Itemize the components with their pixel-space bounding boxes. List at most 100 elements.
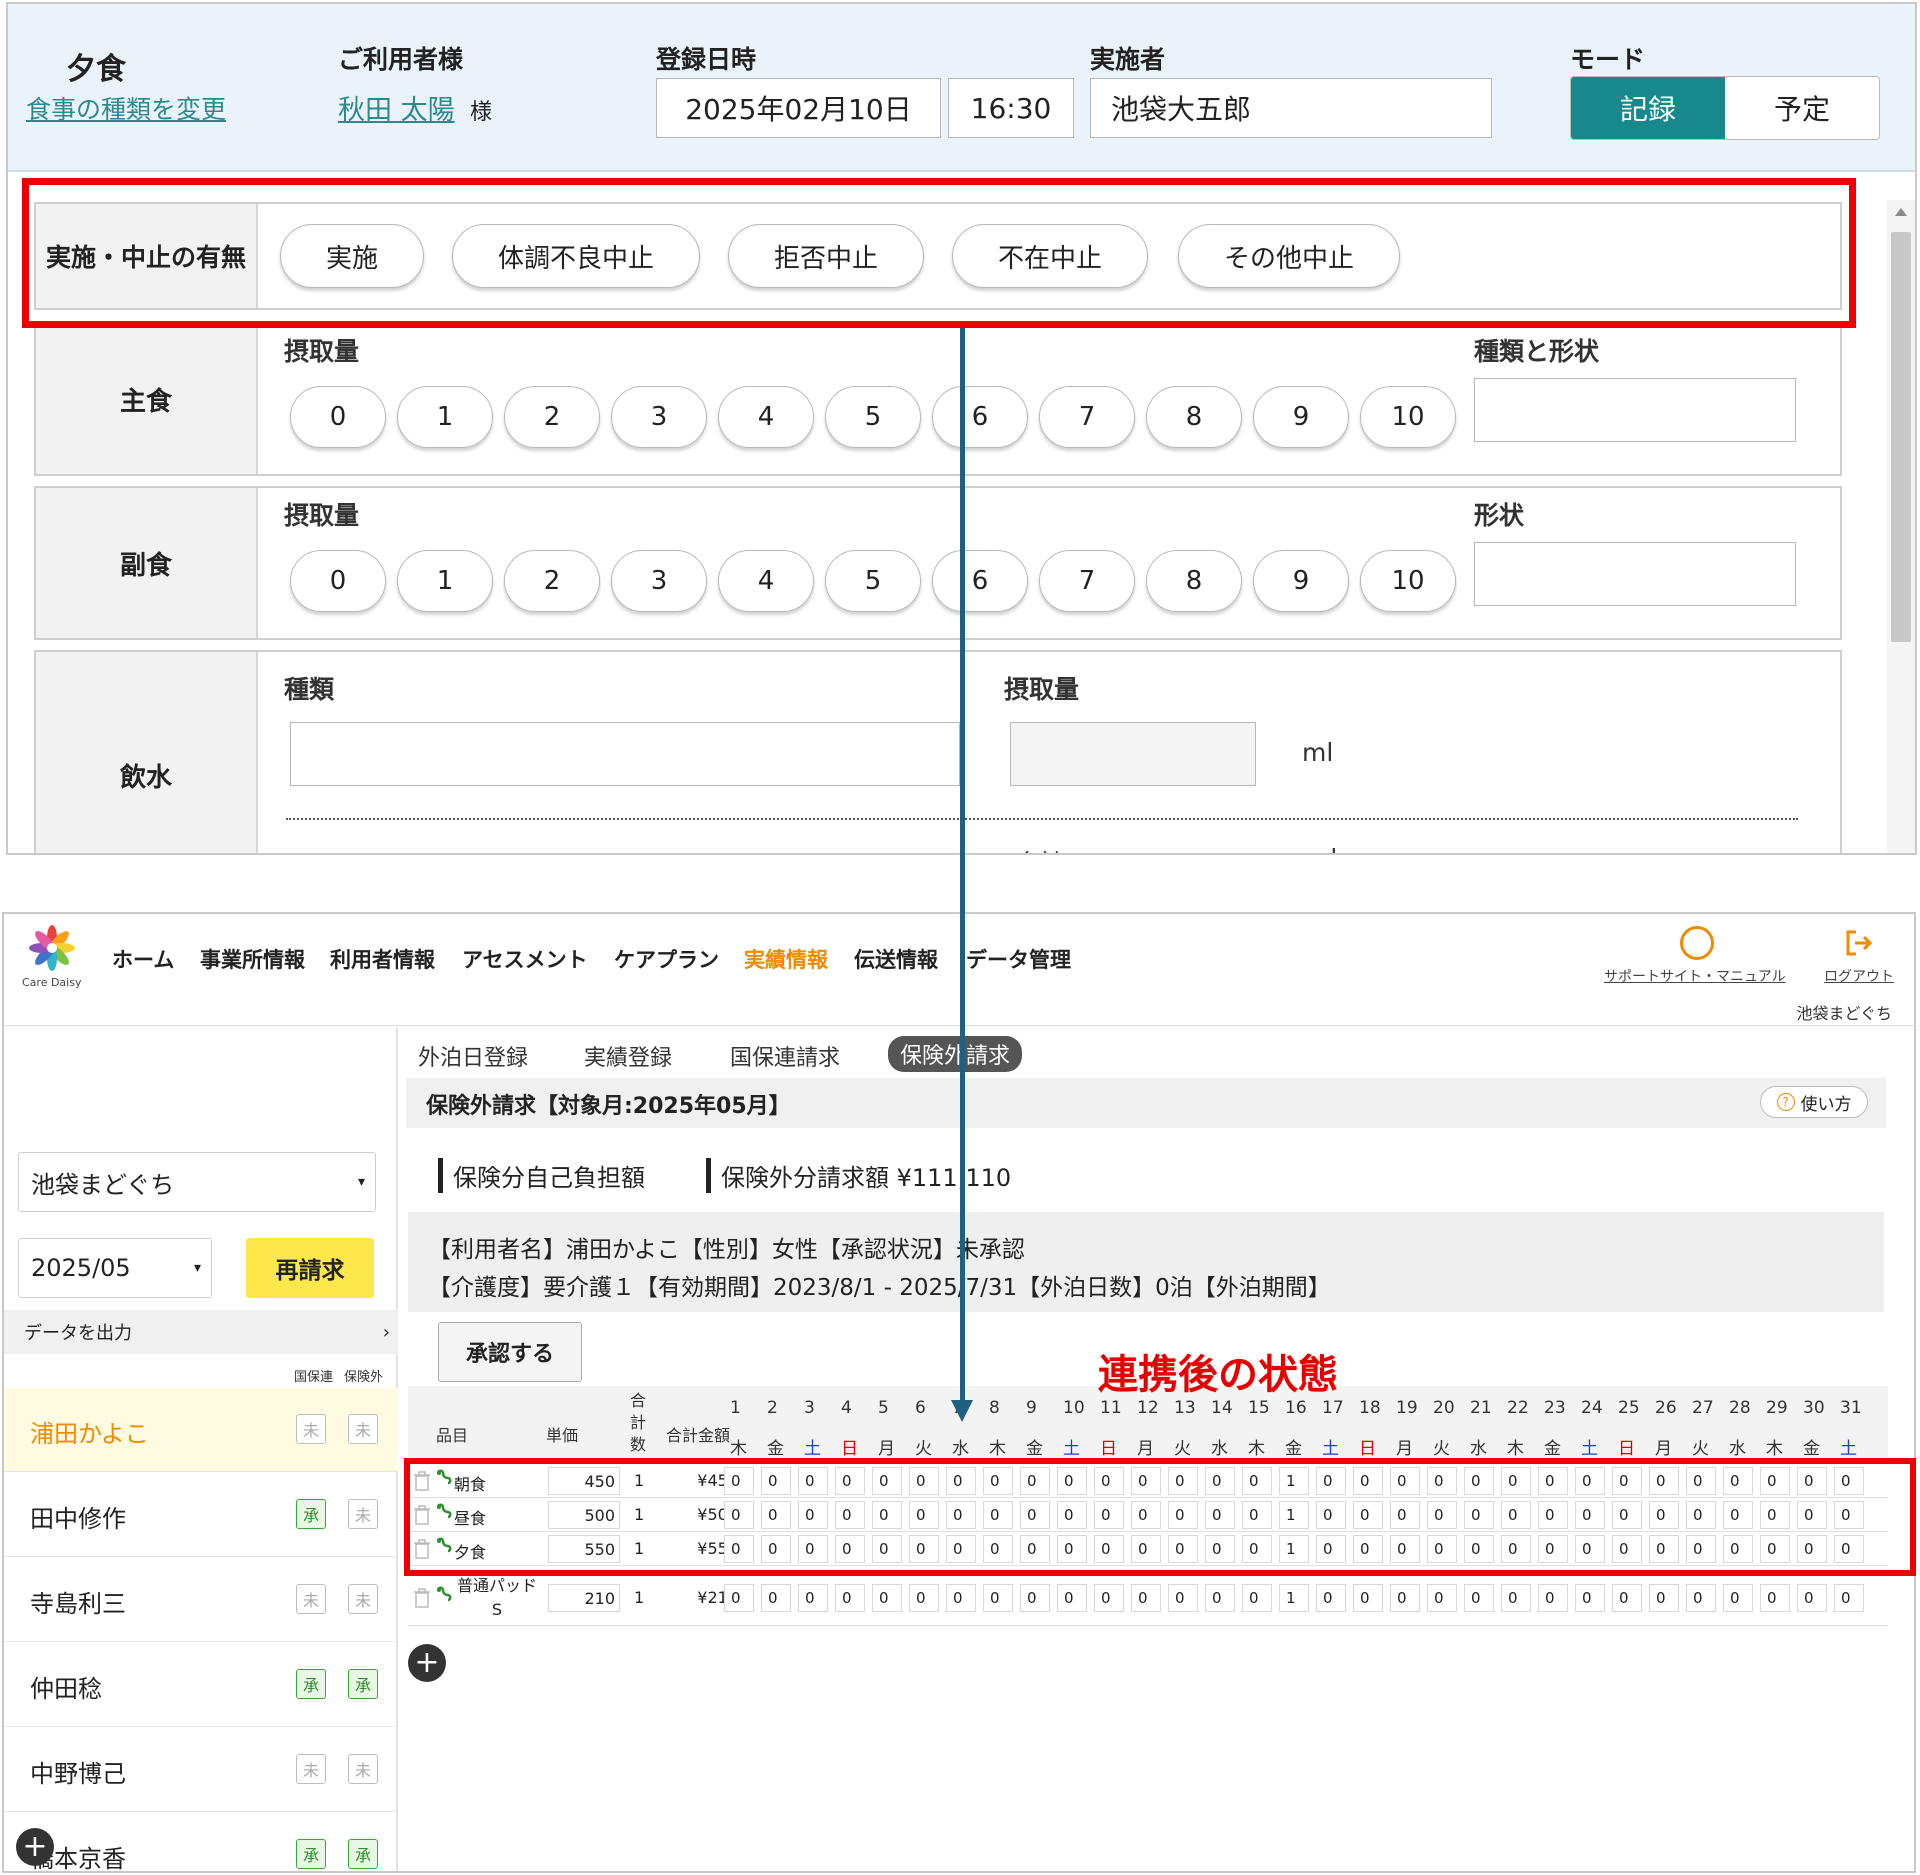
trash-icon[interactable]	[414, 1588, 430, 1608]
day-quantity-input[interactable]: 0	[1427, 1535, 1457, 1563]
day-quantity-input[interactable]: 0	[1834, 1584, 1864, 1612]
day-quantity-input[interactable]: 0	[1501, 1584, 1531, 1612]
day-quantity-input[interactable]: 0	[1612, 1501, 1642, 1529]
day-quantity-input[interactable]: 0	[1353, 1467, 1383, 1495]
status-refusal-cancel-button[interactable]: 拒否中止	[728, 224, 924, 288]
day-quantity-input[interactable]: 0	[1316, 1584, 1346, 1612]
day-quantity-input[interactable]: 0	[1649, 1535, 1679, 1563]
day-quantity-input[interactable]: 0	[1723, 1467, 1753, 1495]
day-quantity-input[interactable]: 1	[1279, 1501, 1309, 1529]
day-quantity-input[interactable]: 0	[1464, 1501, 1494, 1529]
day-quantity-input[interactable]: 0	[1501, 1501, 1531, 1529]
day-quantity-input[interactable]: 0	[724, 1501, 754, 1529]
day-quantity-input[interactable]: 0	[798, 1535, 828, 1563]
day-quantity-input[interactable]: 0	[1020, 1467, 1050, 1495]
main-intake-option[interactable]: 1	[397, 386, 493, 448]
logout-link[interactable]: ログアウト	[1824, 966, 1894, 986]
day-quantity-input[interactable]: 0	[1686, 1501, 1716, 1529]
trash-icon[interactable]	[414, 1539, 430, 1559]
day-quantity-input[interactable]: 0	[761, 1467, 791, 1495]
day-quantity-input[interactable]: 0	[946, 1467, 976, 1495]
support-link[interactable]: サポートサイト・マニュアル	[1604, 966, 1786, 986]
day-quantity-input[interactable]: 0	[1575, 1584, 1605, 1612]
day-quantity-input[interactable]: 0	[1353, 1535, 1383, 1563]
day-quantity-input[interactable]: 0	[1168, 1584, 1198, 1612]
month-select[interactable]: 2025/05 ▾	[18, 1238, 212, 1298]
side-intake-option[interactable]: 10	[1360, 550, 1456, 612]
rebill-button[interactable]: 再請求	[246, 1238, 374, 1298]
staff-field[interactable]: 池袋大五郎	[1090, 78, 1492, 138]
day-quantity-input[interactable]: 0	[1094, 1467, 1124, 1495]
day-quantity-input[interactable]: 0	[909, 1584, 939, 1612]
trash-icon[interactable]	[414, 1471, 430, 1491]
day-quantity-input[interactable]: 0	[1760, 1467, 1790, 1495]
day-quantity-input[interactable]: 0	[1131, 1467, 1161, 1495]
day-quantity-input[interactable]: 0	[1649, 1584, 1679, 1612]
nav-care-plan[interactable]: ケアプラン	[614, 944, 719, 974]
side-intake-option[interactable]: 2	[504, 550, 600, 612]
add-user-icon[interactable]: +	[16, 1828, 54, 1866]
day-quantity-input[interactable]: 0	[1686, 1584, 1716, 1612]
change-meal-type-link[interactable]: 食事の種類を変更	[26, 90, 226, 126]
user-list-item[interactable]: 寺島利三 未未	[4, 1558, 398, 1642]
main-intake-option[interactable]: 8	[1146, 386, 1242, 448]
day-quantity-input[interactable]: 0	[1205, 1535, 1235, 1563]
mode-record-button[interactable]: 記録	[1571, 77, 1725, 139]
unit-price-input[interactable]: 500	[548, 1501, 620, 1529]
day-quantity-input[interactable]: 0	[1464, 1467, 1494, 1495]
day-quantity-input[interactable]: 0	[1057, 1584, 1087, 1612]
day-quantity-input[interactable]: 0	[1057, 1535, 1087, 1563]
headset-icon[interactable]	[1680, 926, 1714, 960]
main-intake-option[interactable]: 4	[718, 386, 814, 448]
day-quantity-input[interactable]: 0	[983, 1501, 1013, 1529]
day-quantity-input[interactable]: 0	[946, 1584, 976, 1612]
day-quantity-input[interactable]: 0	[1020, 1584, 1050, 1612]
day-quantity-input[interactable]: 0	[1538, 1467, 1568, 1495]
unit-price-input[interactable]: 450	[548, 1467, 620, 1495]
day-quantity-input[interactable]: 0	[798, 1501, 828, 1529]
day-quantity-input[interactable]: 0	[1390, 1467, 1420, 1495]
day-quantity-input[interactable]: 0	[1686, 1535, 1716, 1563]
user-name-link[interactable]: 秋田 太陽	[338, 88, 455, 127]
day-quantity-input[interactable]: 0	[761, 1501, 791, 1529]
day-quantity-input[interactable]: 1	[1279, 1584, 1309, 1612]
day-quantity-input[interactable]: 0	[946, 1535, 976, 1563]
scrollbar-thumb[interactable]	[1891, 232, 1911, 642]
user-list-item[interactable]: 田中修作 承未	[4, 1473, 398, 1557]
nav-home[interactable]: ホーム	[112, 944, 174, 974]
day-quantity-input[interactable]: 0	[1057, 1501, 1087, 1529]
trash-icon[interactable]	[414, 1505, 430, 1525]
day-quantity-input[interactable]: 0	[1131, 1584, 1161, 1612]
status-other-cancel-button[interactable]: その他中止	[1178, 224, 1400, 288]
day-quantity-input[interactable]: 0	[1612, 1467, 1642, 1495]
day-quantity-input[interactable]: 0	[1834, 1535, 1864, 1563]
day-quantity-input[interactable]: 0	[1427, 1467, 1457, 1495]
day-quantity-input[interactable]: 0	[1797, 1501, 1827, 1529]
side-intake-option[interactable]: 0	[290, 550, 386, 612]
day-quantity-input[interactable]: 0	[835, 1467, 865, 1495]
export-data-bar[interactable]: データを出力 ›	[4, 1310, 398, 1354]
day-quantity-input[interactable]: 0	[761, 1584, 791, 1612]
user-list-item[interactable]: 橋本京香承承	[4, 1813, 398, 1871]
day-quantity-input[interactable]: 0	[835, 1535, 865, 1563]
day-quantity-input[interactable]: 0	[724, 1467, 754, 1495]
nav-user-info[interactable]: 利用者情報	[330, 944, 435, 974]
day-quantity-input[interactable]: 0	[1168, 1501, 1198, 1529]
day-quantity-input[interactable]: 0	[1168, 1535, 1198, 1563]
approve-button[interactable]: 承認する	[438, 1322, 582, 1382]
day-quantity-input[interactable]: 0	[1575, 1501, 1605, 1529]
day-quantity-input[interactable]: 0	[1538, 1501, 1568, 1529]
day-quantity-input[interactable]: 0	[1020, 1535, 1050, 1563]
main-intake-option[interactable]: 6	[932, 386, 1028, 448]
tab-overnight-register[interactable]: 外泊日登録	[418, 1040, 528, 1072]
day-quantity-input[interactable]: 0	[1575, 1467, 1605, 1495]
user-list-item[interactable]: 仲田稔 承承	[4, 1643, 398, 1727]
day-quantity-input[interactable]: 0	[1205, 1467, 1235, 1495]
day-quantity-input[interactable]: 0	[1612, 1584, 1642, 1612]
day-quantity-input[interactable]: 0	[1834, 1467, 1864, 1495]
side-intake-option[interactable]: 4	[718, 550, 814, 612]
time-field[interactable]: 16:30	[948, 78, 1074, 138]
day-quantity-input[interactable]: 0	[1649, 1467, 1679, 1495]
tab-nhi-billing[interactable]: 国保連請求	[730, 1040, 840, 1072]
tab-actual-register[interactable]: 実績登録	[584, 1040, 672, 1072]
